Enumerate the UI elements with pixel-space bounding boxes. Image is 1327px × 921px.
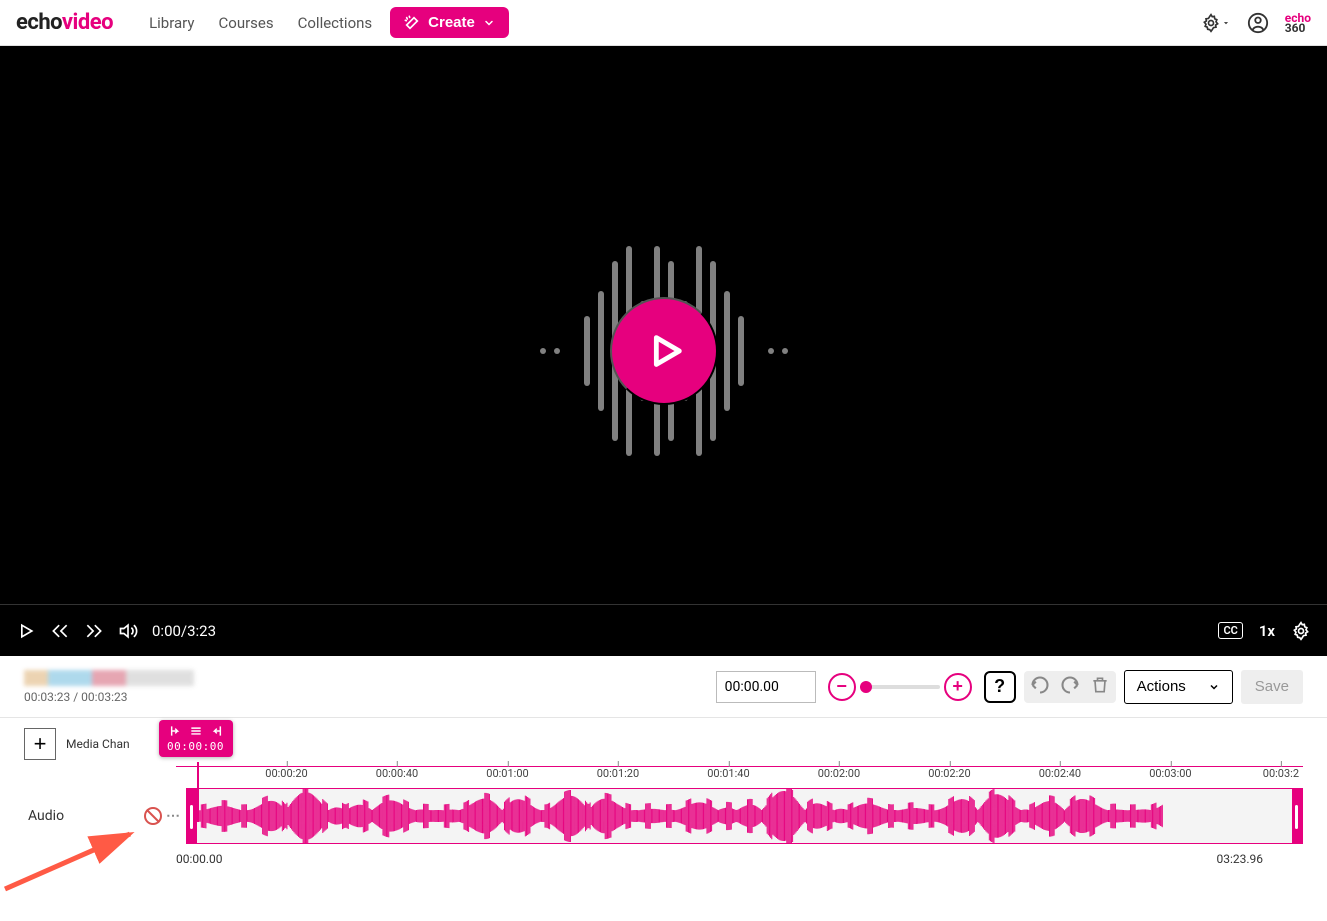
clip-end-time: 03:23.96 [1216,852,1263,866]
ruler-tick: 00:01:00 [486,767,528,780]
media-channels-label: Media Chan [66,737,130,751]
ruler-tick: 00:00:40 [376,767,418,780]
create-label: Create [428,14,475,31]
player-controls: 0:00/3:23 CC 1x [0,604,1327,656]
forward-button[interactable] [84,621,104,641]
trim-start-icon[interactable] [167,724,181,738]
app-header: echovideo Library Courses Collections Cr… [0,0,1327,46]
caret-down-icon [1221,18,1231,28]
volume-button[interactable] [118,621,138,641]
zoom-slider[interactable] [860,685,940,689]
playhead-flag[interactable]: 00:00:00 [159,720,233,757]
annotation-arrow [0,824,150,894]
zoom-thumb[interactable] [860,681,872,693]
captions-button[interactable]: CC [1218,622,1242,639]
actions-label: Actions [1137,678,1186,695]
ruler-tick: 00:00:20 [265,767,307,780]
ruler-tick: 00:03:2 [1263,767,1299,780]
speed-button[interactable]: 1x [1259,622,1275,640]
timeline: 00:00:00 + Media Chan 00:00:2000:00:4000… [0,718,1327,890]
ruler-tick: 00:03:00 [1149,767,1191,780]
forward-icon [84,621,104,641]
media-title-redacted [24,670,194,686]
track-menu-button[interactable]: ⋯ [164,808,180,824]
wand-icon [404,15,420,31]
menu-icon[interactable] [189,724,203,738]
audio-track-row: Audio ⋯ [24,788,1303,844]
user-circle-icon [1247,12,1269,34]
nav-collections[interactable]: Collections [298,14,373,32]
save-button[interactable]: Save [1241,670,1303,704]
logo-echo: echo [16,10,62,35]
time-display: 0:00/3:23 [152,622,216,640]
clip-start-time: 00:00.00 [176,852,223,866]
mute-button[interactable] [144,807,162,825]
logo[interactable]: echovideo [16,10,113,35]
zoom-out-button[interactable]: − [828,673,856,701]
redo-icon [1060,675,1080,695]
account-button[interactable] [1247,12,1269,34]
help-button[interactable]: ? [984,671,1016,703]
editor-toolbar: 00:03:23 / 00:03:23 − + ? Actions Save [0,656,1327,718]
create-button[interactable]: Create [390,7,509,38]
trim-end-icon[interactable] [211,724,225,738]
trim-handle-right[interactable] [1292,789,1302,843]
track-label-audio: Audio [24,808,144,824]
ruler-tick: 00:01:40 [707,767,749,780]
volume-icon [118,621,138,641]
undo-icon [1030,675,1050,695]
history-controls [1024,671,1116,703]
player-settings-button[interactable] [1291,621,1311,641]
play-icon [641,328,687,374]
zoom-control: − + [828,673,972,701]
rewind-icon [50,621,70,641]
add-track-button[interactable]: + [24,728,56,760]
play-icon [16,621,36,641]
audio-visualizer [540,246,788,456]
nav-library[interactable]: Library [149,14,194,32]
waveform [199,789,1163,843]
actions-button[interactable]: Actions [1124,670,1233,704]
logo-video: video [62,10,113,35]
gear-icon [1291,621,1311,641]
ruler-tick: 00:01:20 [597,767,639,780]
trim-handle-left[interactable] [187,789,197,843]
timecode-input[interactable] [716,671,816,703]
media-title-block: 00:03:23 / 00:03:23 [24,670,224,704]
chevron-down-icon [483,17,495,29]
zoom-in-button[interactable]: + [944,673,972,701]
chevron-down-icon [1208,681,1220,693]
redo-button[interactable] [1060,675,1080,699]
ruler-tick: 00:02:20 [928,767,970,780]
video-preview: 0:00/3:23 CC 1x [0,46,1327,656]
media-duration: 00:03:23 / 00:03:23 [24,690,224,704]
settings-button[interactable] [1201,13,1231,33]
echo360-logo[interactable]: echo 360 [1285,13,1311,33]
trash-icon [1090,675,1110,695]
gear-icon [1201,13,1221,33]
ruler-tick: 00:02:00 [818,767,860,780]
play-button-large[interactable] [610,297,718,405]
ruler[interactable]: 00:00:20 00:00:40 00:01:00 00:01:20 00:01:40… [176,766,1303,788]
rewind-button[interactable] [50,621,70,641]
undo-button[interactable] [1030,675,1050,699]
ruler-tick: 00:02:40 [1039,767,1081,780]
header-right: echo 360 [1201,12,1311,34]
main-nav: Library Courses Collections [149,14,372,32]
play-button[interactable] [16,621,36,641]
playhead-time: 00:00:00 [167,740,225,753]
audio-clip[interactable] [186,788,1303,844]
delete-button[interactable] [1090,675,1110,699]
nav-courses[interactable]: Courses [219,14,274,32]
playhead-line[interactable] [197,762,199,822]
